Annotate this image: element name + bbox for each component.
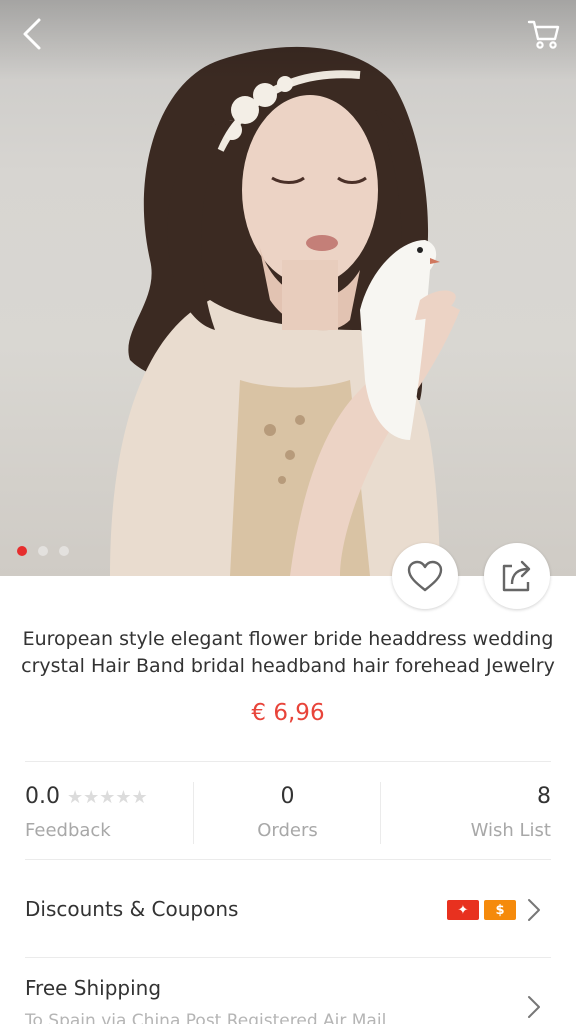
pagination-dot-1[interactable] [17,546,27,556]
orders-value: 0 [280,784,295,809]
image-pagination [17,546,69,556]
store-coupon-badge-icon: $ [484,900,516,920]
product-price: € 6,96 [251,700,325,726]
feedback-label: Feedback [25,820,111,841]
product-stats: 0.0 ★★★★★ Feedback 0 Orders 8 Wish List [0,762,576,858]
shipping-label: Free Shipping [25,976,162,1000]
back-button[interactable] [12,14,52,54]
coupon-badge-icon: ✦ [447,900,479,920]
feedback-stat[interactable]: 0.0 ★★★★★ Feedback [25,762,195,858]
product-photo [110,46,460,576]
wishlist-label: Wish List [470,820,551,841]
chevron-right-icon [528,996,540,1018]
pagination-dot-2[interactable] [38,546,48,556]
shipping-detail: To Spain via China Post Registered Air M… [25,1011,387,1024]
add-to-wishlist-button[interactable] [392,543,458,609]
back-arrow-icon [23,18,41,50]
share-icon [502,560,531,592]
orders-stat: 0 Orders [194,762,381,858]
rating-value: 0.0 [25,784,60,809]
share-button[interactable] [484,543,550,609]
chevron-right-icon [528,899,540,921]
rating-stars: ★★★★★ [67,787,148,808]
pagination-dot-3[interactable] [59,546,69,556]
wishlist-value: 8 [537,784,551,809]
orders-label: Orders [257,820,318,841]
discounts-row[interactable]: Discounts & Coupons ✦ $ [25,860,551,956]
product-title: European style elegant flower bride head… [21,628,555,677]
shipping-row[interactable]: Free Shipping To Spain via China Post Re… [25,958,551,1024]
cart-icon [527,20,560,49]
heart-icon [407,560,443,592]
cart-button[interactable] [524,14,564,54]
discounts-label: Discounts & Coupons [25,897,239,921]
product-image[interactable] [0,0,576,576]
wishlist-stat: 8 Wish List [381,762,551,858]
